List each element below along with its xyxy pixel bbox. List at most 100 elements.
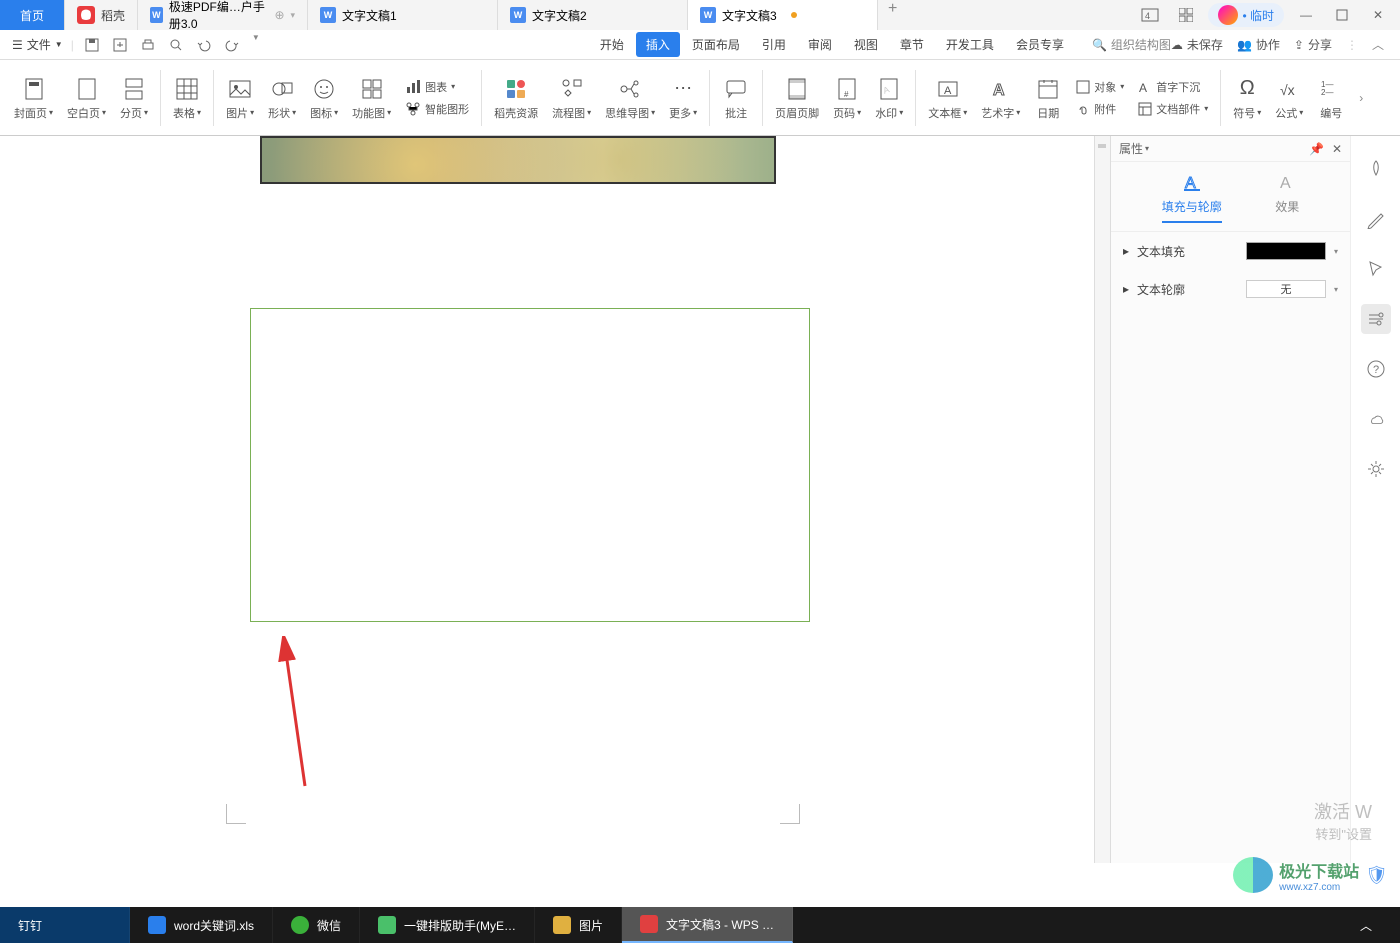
properties-panel: 属性▾ 📌 ✕ A 填充与轮廓 A 效果 ▸ 文本填充 ▾ ▸ 文本轮廓 无▾ <box>1110 136 1350 863</box>
undo-icon[interactable] <box>192 33 216 57</box>
rail-help-icon[interactable]: ? <box>1361 354 1391 384</box>
taskbar-item-pictures[interactable]: 图片 <box>535 907 622 943</box>
mindmap-button[interactable]: 思维导图▾ <box>599 68 661 128</box>
shape-button[interactable]: 形状▾ <box>262 68 302 128</box>
print-preview-icon[interactable] <box>164 33 188 57</box>
page-margin-corner <box>226 804 246 824</box>
collaborate-button[interactable]: 👥协作 <box>1237 36 1280 53</box>
rail-select-icon[interactable] <box>1361 254 1391 284</box>
close-button[interactable]: ✕ <box>1364 1 1392 29</box>
docparts-button[interactable]: 文档部件▾ <box>1132 99 1214 119</box>
save-icon[interactable] <box>80 33 104 57</box>
tab-docer[interactable]: 稻壳 <box>65 0 138 30</box>
tab-chapter[interactable]: 章节 <box>890 32 934 57</box>
selected-shape-rectangle[interactable] <box>250 308 810 622</box>
tab-home[interactable]: 首页 <box>0 0 65 30</box>
close-panel-icon[interactable]: ✕ <box>1332 142 1342 156</box>
window-mode-icon[interactable]: 4 <box>1136 1 1164 29</box>
tab-doc2[interactable]: W 文字文稿2 <box>498 0 688 30</box>
chevron-up-icon: ︿ <box>1360 917 1372 934</box>
rail-pen-icon[interactable] <box>1361 204 1391 234</box>
symbol-button[interactable]: Ω符号▾ <box>1227 68 1267 128</box>
smart-art-button[interactable]: 智能图形 <box>399 99 475 119</box>
tab-start[interactable]: 开始 <box>590 32 634 57</box>
textbox-button[interactable]: A文本框▾ <box>922 68 973 128</box>
text-outline-row[interactable]: ▸ 文本轮廓 无▾ <box>1111 270 1350 308</box>
save-as-icon[interactable] <box>108 33 132 57</box>
tab-vip[interactable]: 会员专享 <box>1006 32 1074 57</box>
collapse-ribbon-icon[interactable]: ︿ <box>1372 36 1384 53</box>
user-badge[interactable]: • 临时 <box>1208 3 1284 27</box>
watermark-logo-icon <box>1233 857 1273 893</box>
header-footer-button[interactable]: 页眉页脚 <box>769 68 825 128</box>
picture-button[interactable]: 图片▾ <box>220 68 260 128</box>
pin-panel-icon[interactable]: 📌 <box>1309 142 1324 156</box>
tab-pdf-manual[interactable]: W 极速PDF编…户手册3.0 ⊕ ▾ <box>138 0 308 30</box>
text-fill-row[interactable]: ▸ 文本填充 ▾ <box>1111 232 1350 270</box>
windows-taskbar: 钉钉 word关键词.xls 微信 一键排版助手(MyE… 图片 文字文稿3 -… <box>0 907 1400 943</box>
document-canvas[interactable] <box>0 136 1110 863</box>
split-handle-icon[interactable] <box>1098 144 1106 152</box>
func-chart-button[interactable]: 功能图▾ <box>346 68 397 128</box>
taskbar-item-wechat[interactable]: 微信 <box>273 907 360 943</box>
tab-view[interactable]: 视图 <box>844 32 888 57</box>
print-icon[interactable] <box>136 33 160 57</box>
inserted-image[interactable] <box>260 136 776 184</box>
formula-button[interactable]: √x公式▾ <box>1269 68 1309 128</box>
search-org-chart[interactable]: 🔍组织结构图 <box>1092 32 1171 57</box>
more-button[interactable]: ⋯更多▾ <box>663 68 703 128</box>
redo-icon[interactable] <box>220 33 244 57</box>
rail-settings-icon[interactable] <box>1361 304 1391 334</box>
panel-tab-effects[interactable]: A 效果 <box>1275 170 1299 223</box>
file-menu[interactable]: ☰ 文件 ▼ <box>4 36 71 53</box>
doke-resource-button[interactable]: 稻壳资源 <box>488 68 544 128</box>
wordart-button[interactable]: A艺术字▾ <box>975 68 1026 128</box>
rail-rocket-icon[interactable] <box>1361 154 1391 184</box>
tab-layout[interactable]: 页面布局 <box>682 32 750 57</box>
taskbar-item-excel[interactable]: word关键词.xls <box>130 907 273 943</box>
tab-devtools[interactable]: 开发工具 <box>936 32 1004 57</box>
expand-icon: ▸ <box>1123 244 1129 258</box>
comment-button[interactable]: 批注 <box>716 68 756 128</box>
shield-icon: 🛡 <box>1365 865 1388 886</box>
chart-button[interactable]: 图表▾ <box>399 77 475 97</box>
taskbar-item-dingtalk[interactable]: 钉钉 <box>0 907 130 943</box>
minimize-button[interactable]: — <box>1292 1 1320 29</box>
table-button[interactable]: 表格▾ <box>167 68 207 128</box>
page-number-button[interactable]: #页码▾ <box>827 68 867 128</box>
tab-review[interactable]: 审阅 <box>798 32 842 57</box>
icon-button[interactable]: 图标▾ <box>304 68 344 128</box>
tab-insert[interactable]: 插入 <box>636 32 680 57</box>
apps-grid-icon[interactable] <box>1172 1 1200 29</box>
blank-page-button[interactable]: 空白页▾ <box>61 68 112 128</box>
outline-select[interactable]: 无 <box>1246 280 1326 298</box>
taskbar-show-desktop[interactable]: ︿ <box>1360 907 1372 943</box>
tab-doc1[interactable]: W 文字文稿1 <box>308 0 498 30</box>
rail-gear-icon[interactable] <box>1361 454 1391 484</box>
tab-doc3-active[interactable]: W 文字文稿3 <box>688 0 878 30</box>
cover-page-button[interactable]: 封面页▾ <box>8 68 59 128</box>
dropdown-icon[interactable]: ▾ <box>291 10 296 21</box>
unsaved-indicator[interactable]: ☁未保存 <box>1171 36 1223 53</box>
taskbar-item-typeset[interactable]: 一键排版助手(MyE… <box>360 907 535 943</box>
ribbon-overflow-icon[interactable]: › <box>1353 91 1369 105</box>
numbering-button[interactable]: 1—2—编号 <box>1311 68 1351 128</box>
object-button[interactable]: 对象▾ <box>1070 77 1130 97</box>
page-break-button[interactable]: 分页▾ <box>114 68 154 128</box>
new-tab-button[interactable]: + <box>878 0 907 30</box>
flowchart-button[interactable]: 流程图▾ <box>546 68 597 128</box>
vertical-scrollbar-gutter[interactable] <box>1094 136 1110 863</box>
date-button[interactable]: 日期 <box>1028 68 1068 128</box>
panel-tab-fill-outline[interactable]: A 填充与轮廓 <box>1162 170 1222 223</box>
taskbar-item-wps-active[interactable]: 文字文稿3 - WPS … <box>622 907 793 943</box>
share-button[interactable]: ⇪分享 <box>1294 36 1332 53</box>
watermark-button[interactable]: A水印▾ <box>869 68 909 128</box>
tab-reference[interactable]: 引用 <box>752 32 796 57</box>
qat-dropdown-icon[interactable]: ▼ <box>248 33 264 57</box>
fill-color-swatch[interactable] <box>1246 242 1326 260</box>
attachment-button[interactable]: 附件 <box>1070 99 1130 119</box>
dropcap-button[interactable]: A首字下沉 <box>1132 77 1214 97</box>
rail-cloud-icon[interactable] <box>1361 404 1391 434</box>
menubar: ☰ 文件 ▼ | ▼ 开始 插入 页面布局 引用 审阅 视图 章节 开发工具 会… <box>0 30 1400 60</box>
maximize-button[interactable] <box>1328 1 1356 29</box>
